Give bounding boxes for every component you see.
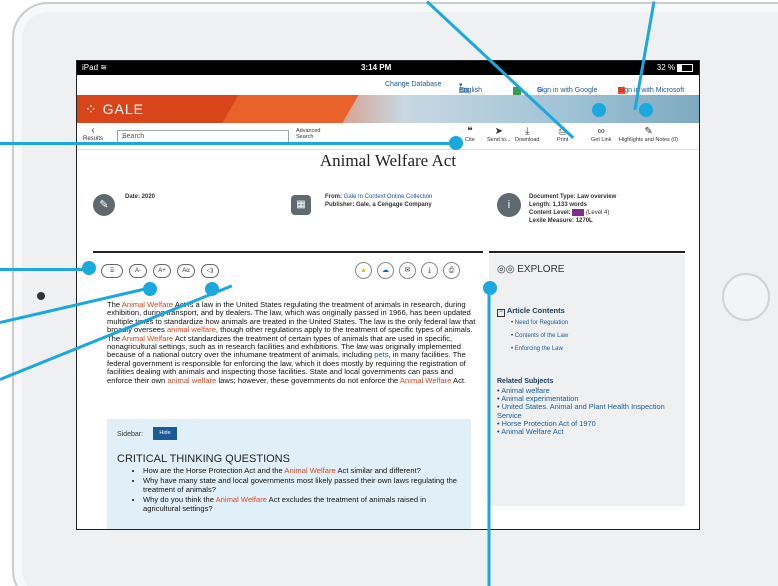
callout-dot-translate (82, 261, 96, 275)
onedrive-button[interactable]: ☁ (377, 262, 394, 279)
callout-line-translate (0, 268, 90, 271)
article-contents-list: Need for Regulation Contents of the Law … (511, 320, 568, 359)
download-icon: ⤓ (525, 126, 530, 137)
article-divider (93, 251, 483, 253)
source-link[interactable]: Gale In Context Online Collection (344, 194, 433, 200)
toc-item[interactable]: Contents of the Law (511, 333, 568, 339)
gale-logo-icon: ⁘ (85, 101, 98, 117)
sidebar-heading: CRITICAL THINKING QUESTIONS (117, 453, 290, 465)
callout-dot-listen (205, 282, 219, 296)
advanced-search-link[interactable]: Advanced Search (296, 128, 336, 140)
highlight-icon: ✎ (644, 126, 653, 137)
content-level-icon (572, 209, 585, 216)
callout-line-explore (487, 289, 491, 586)
gale-logo[interactable]: ⁘ GALE (85, 101, 144, 118)
search-icon: ⌕ (122, 131, 128, 141)
subject-link[interactable]: Animal Welfare Act (497, 427, 677, 436)
callout-dot-cite (449, 136, 463, 150)
chevron-left-icon: ‹ (91, 125, 95, 136)
critical-thinking-sidebar: Sidebar: Hide CRITICAL THINKING QUESTION… (107, 419, 471, 529)
highlights-notes-button[interactable]: ✎ Highlights and Notes (0) (619, 126, 678, 144)
top-nav: Change Database ⌨ English ▾ G Sign in wi… (385, 81, 685, 95)
question-item: Why do you think the Animal Welfare Act … (143, 495, 463, 513)
translate-button[interactable]: ⌸ (101, 264, 123, 278)
speaker-icon: ◁) (206, 268, 214, 274)
callout-line-cite (0, 142, 456, 145)
info-icon: i (497, 193, 521, 217)
print-small-icon: ⎙ (448, 267, 455, 274)
onedrive-icon: ☁ (382, 267, 389, 274)
callout-dot-microsoft (639, 103, 653, 117)
collapse-icon: − (497, 309, 505, 317)
send-icon: ➤ (494, 126, 503, 137)
screenshot-frame: iPad ≋ 3:14 PM 32 % Change Database ⌨ En… (0, 0, 778, 586)
source-icon: ▦ (291, 195, 311, 215)
date-meta: Date: 2020 (125, 194, 156, 200)
toc-item[interactable]: Need for Regulation (511, 320, 568, 326)
document-toolbar: ‹ Results Search ⌕ Advanced Search ❝ Cite… (77, 123, 699, 150)
battery-level: 32 % (656, 63, 675, 72)
question-item: How are the Horse Protection Act and the… (143, 466, 463, 475)
print-small-button[interactable]: ⎙ (443, 262, 460, 279)
display-options-button[interactable]: Aα (177, 264, 195, 278)
question-list: How are the Horse Protection Act and the… (133, 466, 463, 515)
increase-font-button[interactable]: A+ (153, 264, 171, 278)
translate-icon: ⌸ (110, 268, 114, 274)
send-to-button[interactable]: ➤ Send to... (487, 126, 511, 144)
date-icon: ✎ (93, 194, 115, 216)
email-button[interactable]: ✉ (399, 262, 416, 279)
article-contents-toggle[interactable]: − Article Contents (497, 306, 565, 317)
binoculars-icon: ◎◎ (497, 264, 515, 275)
explore-heading: EXPLORE (517, 264, 565, 275)
front-camera (37, 292, 45, 300)
sidebar-label: Sidebar: (117, 431, 144, 438)
explore-panel: ◎◎ EXPLORE − Article Contents Need for R… (489, 254, 685, 506)
language-select[interactable]: ⌨ English ▾ (459, 81, 482, 95)
cite-button[interactable]: ❝ Cite (465, 126, 475, 144)
decrease-font-button[interactable]: A- (129, 264, 147, 278)
explore-divider (489, 251, 685, 253)
status-time: 3:14 PM (361, 63, 392, 72)
device-name: iPad (82, 63, 99, 72)
ipad-screen: iPad ≋ 3:14 PM 32 % Change Database ⌨ En… (76, 60, 700, 530)
google-drive-button[interactable]: ▲ (355, 262, 372, 279)
listen-button[interactable]: ◁) (201, 264, 219, 278)
related-subjects-heading: Related Subjects (497, 378, 554, 385)
toc-item[interactable]: Enforcing the Law (511, 346, 568, 352)
cite-icon: ❝ (467, 126, 473, 137)
document-meta: Document Type: Law overview Length: 1,13… (529, 194, 617, 225)
status-bar: iPad ≋ 3:14 PM 32 % (77, 61, 699, 75)
change-database-link[interactable]: Change Database (385, 81, 441, 88)
back-to-results[interactable]: ‹ Results (83, 125, 103, 142)
google-drive-icon: ▲ (360, 267, 367, 274)
callout-dot-font (143, 282, 157, 296)
download-small-icon: ⤓ (427, 267, 432, 274)
download-button[interactable]: ⤓ Download (515, 126, 539, 144)
question-item: Why have many state and local government… (143, 477, 463, 494)
wifi-icon: ≋ (100, 63, 107, 72)
email-icon: ✉ (404, 267, 411, 274)
link-icon: ∞ (597, 126, 605, 137)
home-button[interactable] (722, 273, 770, 321)
download-small-button[interactable]: ⤓ (421, 262, 438, 279)
callout-dot-explore (483, 281, 497, 295)
callout-dot-google (592, 103, 606, 117)
subject-link[interactable]: United States. Animal and Plant Health I… (497, 403, 677, 420)
get-link-button[interactable]: ∞ Get Link (591, 126, 611, 144)
related-subjects-list: Animal welfare Animal experimentation Un… (497, 386, 677, 436)
battery-icon (677, 63, 693, 72)
page-title: Animal Welfare Act (319, 151, 457, 170)
source-meta: From: Gale In Context Online Collection … (325, 194, 433, 208)
hide-sidebar-button[interactable]: Hide (153, 427, 177, 440)
